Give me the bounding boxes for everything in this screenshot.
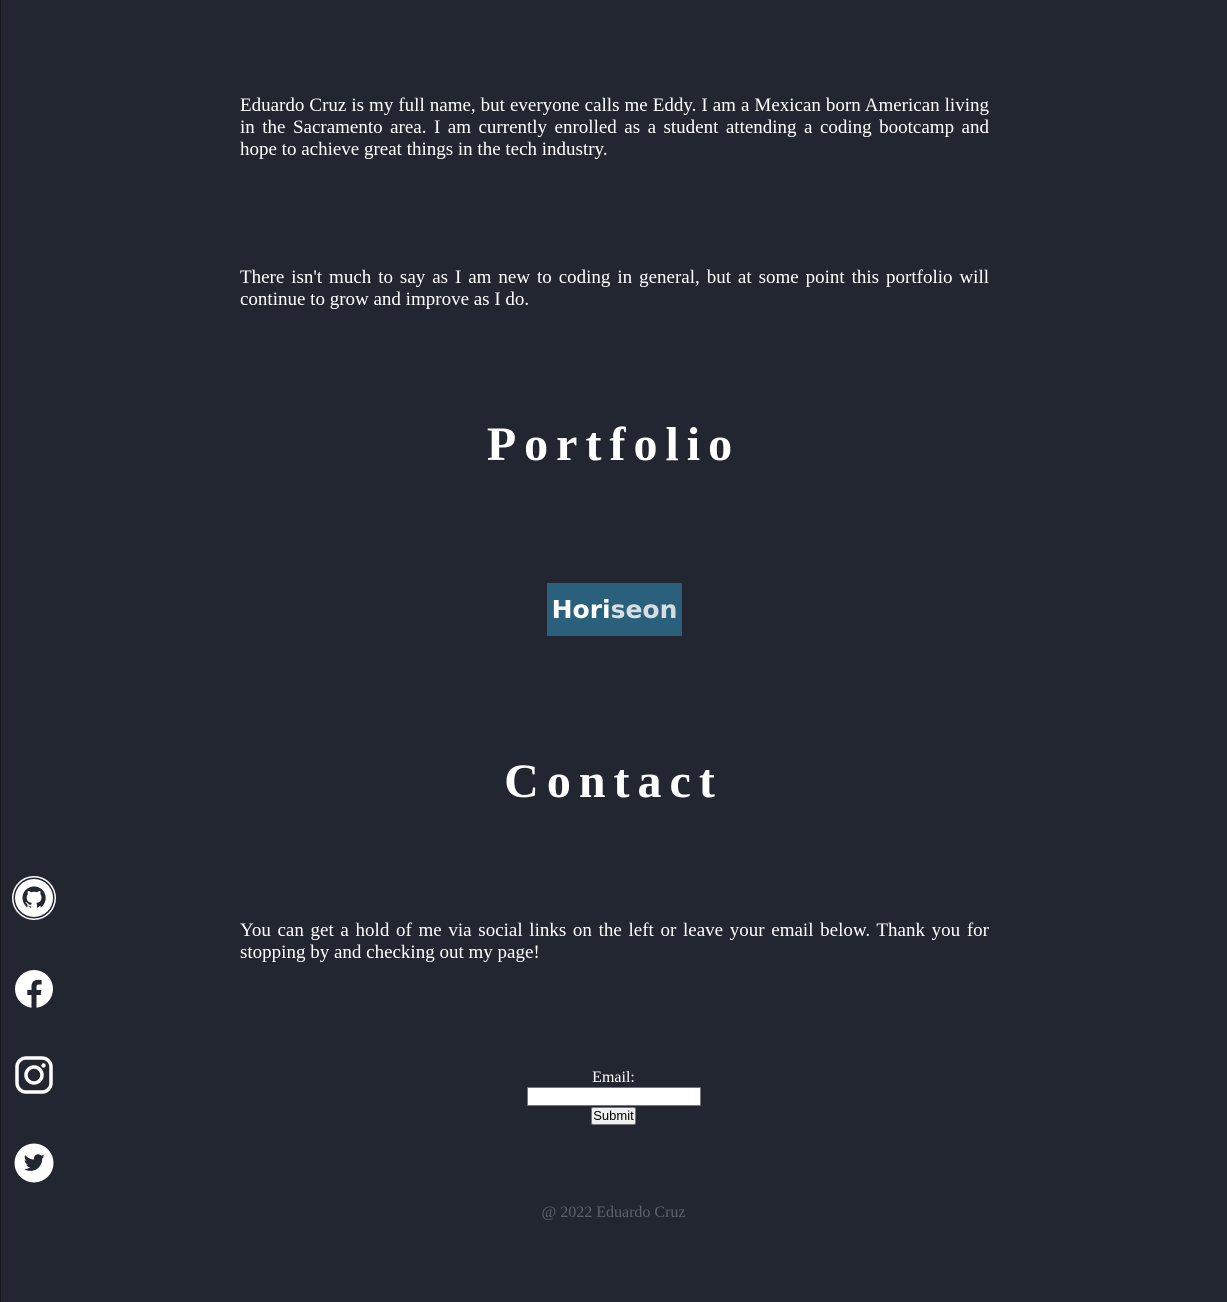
- project-horiseon-name-accent: seon: [610, 595, 678, 624]
- contact-paragraph: You can get a hold of me via social link…: [240, 920, 989, 963]
- github-icon: [11, 875, 57, 926]
- project-horiseon-link[interactable]: Horiseon: [547, 583, 682, 636]
- portfolio-heading: Portfolio: [486, 418, 741, 471]
- project-horiseon-name-main: Hori: [551, 595, 611, 624]
- project-horiseon-logo: Horiseon: [552, 595, 678, 624]
- email-input[interactable]: [526, 1087, 701, 1106]
- footer-copyright: @ 2022 Eduardo Cruz: [541, 1204, 686, 1221]
- github-link[interactable]: [11, 875, 57, 926]
- about-paragraph-1: Eduardo Cruz is my full name, but everyo…: [240, 95, 989, 160]
- contact-heading: Contact: [504, 755, 723, 808]
- email-form: Email: Submit: [0, 1068, 1227, 1125]
- facebook-icon: [14, 969, 54, 1014]
- facebook-link[interactable]: [11, 968, 57, 1014]
- twitter-link[interactable]: [11, 1142, 57, 1188]
- email-label: Email:: [592, 1069, 635, 1086]
- submit-button[interactable]: Submit: [591, 1107, 636, 1125]
- page: Eduardo Cruz is my full name, but everyo…: [0, 0, 1227, 1302]
- about-paragraph-2: There isn't much to say as I am new to c…: [240, 267, 989, 310]
- twitter-icon: [14, 1143, 54, 1188]
